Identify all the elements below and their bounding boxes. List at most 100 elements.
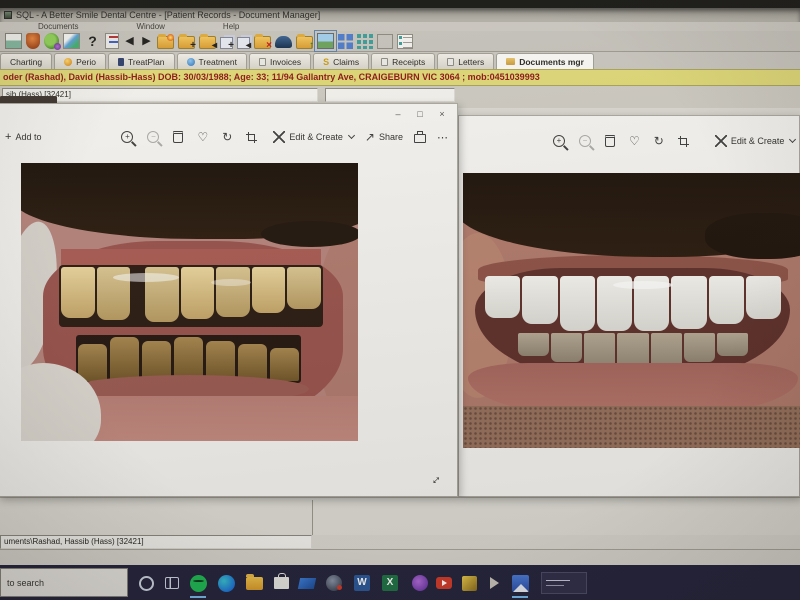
grid-2x2-icon[interactable] bbox=[338, 34, 353, 49]
screen: SQL - A Better Smile Dental Centre - [Pa… bbox=[0, 0, 800, 600]
plus-badge-icon: + bbox=[228, 41, 234, 51]
edit-create-button[interactable]: Edit & Create bbox=[715, 135, 796, 147]
purple-app-icon[interactable] bbox=[410, 573, 430, 593]
zoom-out-icon[interactable]: − bbox=[147, 131, 159, 143]
copy-add-icon[interactable]: + bbox=[220, 37, 233, 49]
document-field-2[interactable] bbox=[325, 88, 455, 102]
edge-circle-icon bbox=[218, 575, 235, 592]
tab-label: Treatment bbox=[199, 57, 237, 67]
more-options-icon[interactable]: ⋯ bbox=[437, 131, 449, 144]
menu-item-documents[interactable]: Documents bbox=[38, 22, 78, 31]
before-photo[interactable] bbox=[21, 163, 358, 441]
folder-upload-icon[interactable]: ↑ bbox=[296, 36, 313, 49]
minimize-button[interactable]: – bbox=[387, 107, 409, 121]
grid-3x3-icon[interactable] bbox=[357, 34, 373, 49]
file-explorer-icon[interactable] bbox=[244, 573, 264, 593]
zoom-in-icon[interactable]: + bbox=[553, 135, 565, 147]
taskbar-window-button[interactable] bbox=[540, 573, 588, 593]
store-icon[interactable] bbox=[271, 573, 291, 593]
image-view-icon[interactable] bbox=[317, 33, 334, 49]
numbered-list-icon[interactable] bbox=[105, 33, 119, 49]
crop-icon[interactable] bbox=[678, 136, 689, 147]
delete-icon[interactable] bbox=[605, 135, 615, 147]
menu-item-window[interactable]: Window bbox=[136, 22, 164, 31]
cortana-icon[interactable] bbox=[136, 573, 156, 593]
chart-icon[interactable] bbox=[63, 33, 80, 49]
detail-list-icon[interactable] bbox=[397, 34, 413, 49]
tooth bbox=[684, 333, 715, 362]
rotate-icon[interactable]: ↻ bbox=[222, 131, 232, 143]
mail-image-icon[interactable] bbox=[5, 33, 22, 49]
crop-icon[interactable] bbox=[246, 132, 257, 143]
expand-icon[interactable]: ↔ bbox=[425, 469, 445, 489]
yellow-app-icon[interactable] bbox=[459, 573, 479, 593]
red-app-icon[interactable] bbox=[434, 573, 454, 593]
invoice-icon bbox=[259, 58, 266, 66]
photos-glyph-icon bbox=[512, 575, 529, 592]
photos-window-after: + − ♡ ↻ Edit & Create bbox=[458, 115, 800, 497]
document-path-field[interactable]: uments\Rashad, Hassib (Hass) [32421] bbox=[0, 535, 312, 549]
documents-folder-icon bbox=[506, 58, 515, 65]
menu-item-help[interactable]: Help bbox=[223, 22, 239, 31]
tooth bbox=[518, 333, 549, 356]
folder-add-icon[interactable]: + bbox=[178, 36, 195, 49]
tab-treatplan[interactable]: TreatPlan bbox=[108, 53, 175, 69]
favorite-heart-icon[interactable]: ♡ bbox=[629, 135, 640, 147]
tooth bbox=[216, 267, 250, 317]
tab-label: Documents mgr bbox=[519, 57, 584, 67]
zoom-out-icon[interactable]: − bbox=[579, 135, 591, 147]
add-to-button[interactable]: + Add to bbox=[5, 131, 41, 143]
share-icon: ↗ bbox=[365, 131, 375, 143]
tooth bbox=[61, 267, 95, 318]
split-list-icon[interactable] bbox=[377, 34, 393, 49]
excel-icon[interactable]: X bbox=[380, 573, 400, 593]
explorer-folder-icon bbox=[246, 577, 263, 590]
word-icon[interactable]: W bbox=[352, 573, 372, 593]
tab-claims[interactable]: SClaims bbox=[313, 53, 369, 69]
taskbar-search-input[interactable] bbox=[1, 569, 127, 596]
notebook-app-icon[interactable] bbox=[297, 573, 317, 593]
tab-charting[interactable]: Charting bbox=[0, 53, 52, 69]
scanner-icon[interactable] bbox=[275, 36, 292, 48]
plus-icon: + bbox=[5, 131, 11, 143]
favorite-heart-icon[interactable]: ♡ bbox=[197, 131, 208, 143]
spotify-icon[interactable] bbox=[188, 573, 208, 593]
after-photo[interactable] bbox=[463, 173, 800, 448]
tab-invoices[interactable]: Invoices bbox=[249, 53, 311, 69]
tab-documents-mgr[interactable]: Documents mgr bbox=[496, 53, 594, 69]
delete-icon[interactable] bbox=[173, 131, 183, 143]
edge-icon[interactable] bbox=[216, 573, 236, 593]
media-app-icon[interactable] bbox=[484, 573, 504, 593]
folder-delete-icon[interactable]: × bbox=[254, 36, 271, 49]
round-app-icon[interactable] bbox=[324, 573, 344, 593]
folder-import-icon[interactable]: ◂ bbox=[199, 36, 216, 49]
upper-teeth-row bbox=[59, 265, 323, 327]
tooth bbox=[560, 276, 595, 331]
tab-letters[interactable]: Letters bbox=[437, 53, 494, 69]
gears-icon[interactable] bbox=[44, 33, 59, 49]
excel-letter-icon: X bbox=[382, 575, 398, 591]
tab-receipts[interactable]: Receipts bbox=[371, 53, 435, 69]
tab-treatment[interactable]: Treatment bbox=[177, 53, 247, 69]
tab-perio[interactable]: Perio bbox=[54, 53, 106, 69]
zoom-in-icon[interactable]: + bbox=[121, 131, 133, 143]
new-folder-icon[interactable] bbox=[157, 36, 174, 49]
rotate-icon[interactable]: ↻ bbox=[654, 135, 664, 147]
copy-import-icon[interactable]: ◂ bbox=[237, 37, 250, 49]
taskbar-search[interactable] bbox=[0, 568, 128, 597]
forward-icon[interactable]: ▶ bbox=[140, 33, 153, 49]
monitor-bezel bbox=[0, 0, 800, 8]
photos-app-icon[interactable] bbox=[510, 573, 530, 593]
tooth bbox=[671, 276, 706, 329]
tooth bbox=[252, 267, 286, 313]
print-icon[interactable] bbox=[414, 134, 426, 143]
share-button[interactable]: ↗ Share bbox=[365, 131, 403, 143]
tooth bbox=[181, 267, 215, 319]
back-icon[interactable]: ◀ bbox=[123, 33, 136, 49]
edit-create-button[interactable]: Edit & Create bbox=[273, 131, 354, 143]
task-view-icon[interactable] bbox=[162, 573, 182, 593]
maximize-button[interactable]: □ bbox=[409, 107, 431, 121]
shield-icon[interactable] bbox=[26, 33, 40, 49]
close-button[interactable]: × bbox=[431, 107, 453, 121]
help-icon[interactable]: ? bbox=[84, 33, 101, 49]
